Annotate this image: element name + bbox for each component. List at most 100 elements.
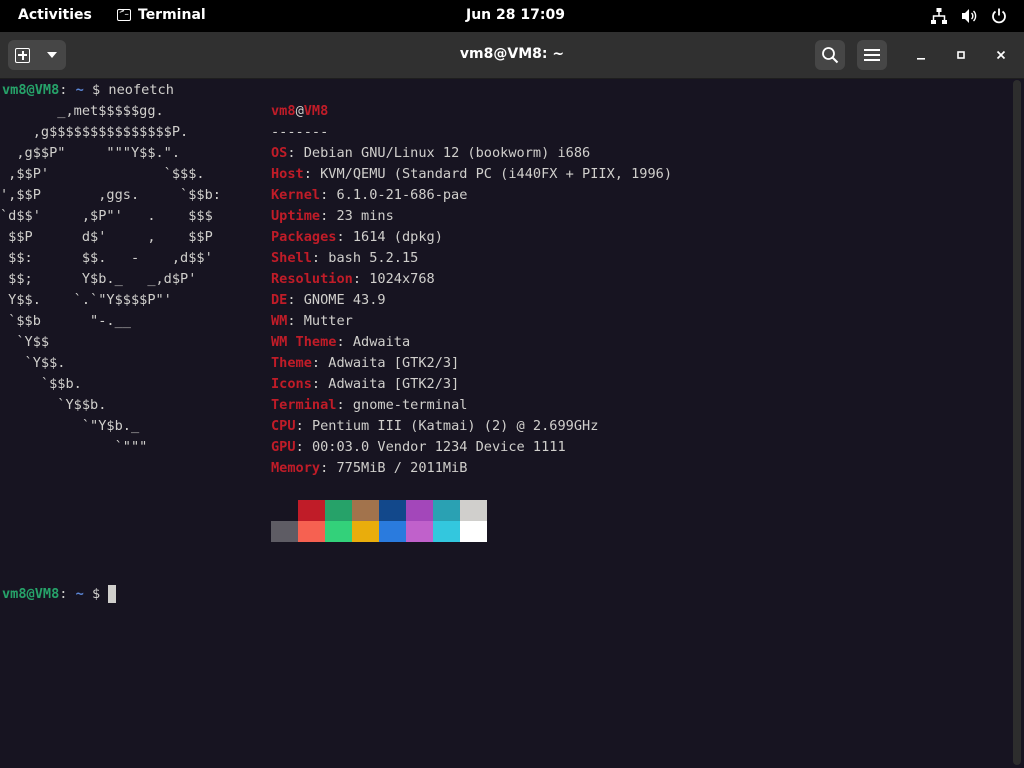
color-swatch [406, 521, 433, 542]
logo-line: ,g$$P" """Y$$.". [0, 145, 181, 161]
info-value: Pentium III (Katmai) (2) @ 2.699GHz [311, 418, 599, 434]
info-header-host: VM8 [303, 103, 329, 119]
app-name: Terminal [138, 7, 206, 23]
color-swatch [352, 521, 379, 542]
color-swatch [460, 500, 487, 521]
info-value: bash 5.2.15 [328, 250, 419, 266]
minimize-button[interactable] [906, 40, 936, 70]
maximize-button[interactable] [946, 40, 976, 70]
color-swatch [460, 521, 487, 542]
logo-line: `Y$$ [0, 334, 50, 350]
logo-line: $$; Y$b._ _,d$P' [0, 271, 197, 287]
prompt-user: vm8@VM8 [2, 586, 60, 602]
color-swatch [271, 521, 298, 542]
terminal-icon [117, 7, 131, 21]
new-tab-split-button[interactable] [8, 40, 66, 70]
color-swatch [352, 500, 379, 521]
info-value: Adwaita [352, 334, 411, 350]
info-colon: : [287, 292, 304, 308]
logo-line: `""" [0, 439, 148, 455]
info-colon: : [352, 271, 370, 287]
color-palette-row-2 [271, 521, 487, 542]
info-key: Kernel [271, 187, 321, 203]
system-tray[interactable] [930, 7, 1008, 25]
info-value: 1024x768 [369, 271, 435, 287]
info-row: GPU: 00:03.0 Vendor 1234 Device 1111 [271, 437, 566, 458]
logo-line: `Y$$b. [0, 397, 107, 413]
new-tab-menu-button[interactable] [37, 40, 66, 70]
info-value: GNOME 43.9 [303, 292, 386, 308]
new-tab-icon [15, 47, 30, 63]
search-button[interactable] [815, 40, 845, 70]
logo-line: `Y$$. [0, 355, 66, 371]
info-row: Host: KVM/QEMU (Standard PC (i440FX + PI… [271, 164, 672, 185]
info-value: 6.1.0-21-686-pae [336, 187, 468, 203]
info-value: Mutter [303, 313, 353, 329]
search-icon [822, 47, 839, 64]
prompt-path: ~ [67, 82, 84, 98]
info-colon: : [295, 439, 312, 455]
terminal-view[interactable]: vm8@VM8: ~ $ neofetch _,met$$$$$gg. ,g$$… [0, 79, 1010, 768]
info-key: Icons [271, 376, 312, 392]
app-menu-button[interactable]: Terminal [117, 7, 206, 23]
new-tab-button[interactable] [8, 40, 37, 70]
top-bar: Activities Terminal Jun 28 17:09 [0, 0, 1024, 32]
main-menu-button[interactable] [857, 40, 887, 70]
info-key: OS [271, 145, 288, 161]
info-value: gnome-terminal [352, 397, 468, 413]
color-swatch [298, 500, 325, 521]
color-swatch [406, 500, 433, 521]
color-swatch [325, 521, 352, 542]
chevron-down-icon [46, 52, 57, 58]
info-row: Resolution: 1024x768 [271, 269, 435, 290]
logo-line: ,$$P' `$$$. [0, 166, 205, 182]
logo-line: ',$$P ,ggs. `$$b: [0, 187, 221, 203]
logo-line: `$$b. [0, 376, 82, 392]
scrollbar[interactable] [1013, 80, 1021, 765]
color-swatch [271, 500, 298, 521]
info-colon: : [320, 187, 337, 203]
info-header-user: vm8 [271, 103, 296, 119]
info-header: vm8@VM8 [271, 101, 328, 122]
info-row: Memory: 775MiB / 2011MiB [271, 458, 467, 479]
info-colon: : [303, 166, 321, 182]
prompt-user: vm8@VM8 [2, 82, 60, 98]
color-swatch [298, 521, 325, 542]
info-colon: : [311, 355, 329, 371]
color-palette-row-1 [271, 500, 487, 521]
info-key: Packages [271, 229, 337, 245]
info-key: Uptime [271, 208, 321, 224]
close-button[interactable] [986, 40, 1016, 70]
info-colon: : [287, 145, 304, 161]
logo-line: $$: $$. - ,d$$' [0, 250, 213, 266]
logo-line: `d$$' ,$P"' . $$$ [0, 208, 213, 224]
info-row: WM Theme: Adwaita [271, 332, 410, 353]
color-swatch [379, 521, 406, 542]
logo-line: `$$b "-.__ [0, 313, 131, 329]
close-icon [996, 50, 1006, 60]
info-row: WM: Mutter [271, 311, 353, 332]
info-key: Memory [271, 460, 321, 476]
color-swatch [325, 500, 352, 521]
logo-line: ,g$$$$$$$$$$$$$$$P. [0, 124, 189, 140]
color-swatch [379, 500, 406, 521]
info-colon: : [311, 376, 329, 392]
info-row: Theme: Adwaita [GTK2/3] [271, 353, 459, 374]
info-row: Kernel: 6.1.0-21-686-pae [271, 185, 467, 206]
info-colon: : [336, 334, 353, 350]
maximize-icon [957, 51, 965, 59]
activities-button[interactable]: Activities [18, 7, 92, 23]
info-key: WM Theme [271, 334, 337, 350]
info-colon: : [336, 229, 353, 245]
clock[interactable]: Jun 28 17:09 [466, 7, 565, 23]
info-value: Adwaita [GTK2/3] [328, 355, 460, 371]
info-value: 00:03.0 Vendor 1234 Device 1111 [311, 439, 566, 455]
info-colon: : [320, 460, 337, 476]
info-value: 23 mins [336, 208, 394, 224]
info-key: Host [271, 166, 304, 182]
volume-icon [960, 7, 978, 25]
logo-line: Y$$. `.`"Y$$$$P"' [0, 292, 172, 308]
info-row: Terminal: gnome-terminal [271, 395, 467, 416]
info-colon: : [336, 397, 353, 413]
network-icon [930, 7, 948, 25]
